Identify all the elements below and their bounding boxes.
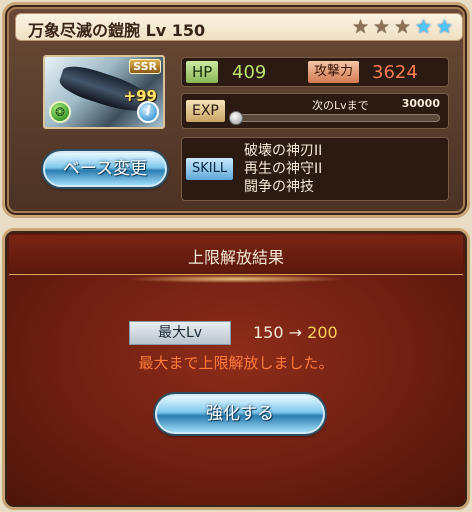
exp-bar bbox=[229, 111, 440, 125]
exp-next-value: 30000 bbox=[401, 97, 440, 110]
star-bronze-icon: ★ bbox=[393, 16, 412, 38]
arrow-icon: → bbox=[288, 323, 303, 342]
weapon-name: 万象尽滅の鎧腕 bbox=[28, 21, 141, 40]
dialog-header: 上限解放結果 bbox=[9, 235, 463, 275]
change-base-button[interactable]: ベース変更 bbox=[43, 151, 167, 187]
weapon-card: 万象尽滅の鎧腕 Lv 150 ★ ★ ★ ★ ★ SSR +99 ❂ i HP … bbox=[2, 2, 470, 218]
level-change: 150 → 200 bbox=[253, 323, 338, 342]
skill-item[interactable]: 破壊の神刃II bbox=[244, 142, 322, 160]
result-message: 最大まで上限解放しました。 bbox=[138, 354, 334, 372]
skill-item[interactable]: 闘争の神技 bbox=[244, 178, 322, 196]
skill-list: 破壊の神刃II 再生の神守II 闘争の神技 bbox=[244, 142, 322, 196]
max-level-label: 最大Lv bbox=[129, 321, 231, 345]
skill-panel: SKILL 破壊の神刃II 再生の神守II 闘争の神技 bbox=[181, 137, 449, 201]
weapon-title: 万象尽滅の鎧腕 Lv 150 bbox=[28, 17, 205, 41]
new-max-level: 200 bbox=[307, 323, 338, 342]
attack-value: 3624 bbox=[372, 62, 418, 83]
skill-item[interactable]: 再生の神守II bbox=[244, 160, 322, 178]
attack-label: 攻撃力 bbox=[308, 61, 360, 83]
exp-next-text: 次のLvまで bbox=[312, 99, 369, 112]
uncap-result-dialog: 上限解放結果 最大Lv 150 → 200 最大まで上限解放しました。 強化する bbox=[2, 228, 470, 510]
enhance-button[interactable]: 強化する bbox=[155, 394, 325, 434]
exp-label: EXP bbox=[186, 100, 225, 122]
weapon-title-bar: 万象尽滅の鎧腕 Lv 150 ★ ★ ★ ★ ★ bbox=[15, 13, 463, 41]
wind-element-icon: ❂ bbox=[49, 101, 71, 123]
info-icon[interactable]: i bbox=[137, 101, 159, 123]
hp-value: 409 bbox=[232, 62, 267, 83]
skill-label: SKILL bbox=[186, 158, 234, 180]
dialog-title: 上限解放結果 bbox=[187, 248, 284, 267]
uncap-stars: ★ ★ ★ ★ ★ bbox=[351, 18, 454, 37]
old-max-level: 150 bbox=[253, 323, 284, 342]
exp-row: EXP 次のLvまで 30000 bbox=[181, 93, 449, 129]
rarity-badge: SSR bbox=[129, 59, 161, 74]
star-bronze-icon: ★ bbox=[372, 16, 391, 38]
hp-label: HP bbox=[186, 61, 219, 83]
star-blue-icon: ★ bbox=[414, 16, 433, 38]
weapon-thumbnail[interactable]: SSR +99 ❂ i bbox=[43, 55, 165, 129]
stats-row: HP 409 攻撃力 3624 bbox=[181, 57, 449, 87]
star-bronze-icon: ★ bbox=[351, 16, 370, 38]
star-blue-icon: ★ bbox=[435, 16, 454, 38]
exp-bar-knob bbox=[229, 111, 243, 125]
header-flourish bbox=[125, 275, 347, 283]
weapon-level: Lv 150 bbox=[145, 21, 206, 40]
